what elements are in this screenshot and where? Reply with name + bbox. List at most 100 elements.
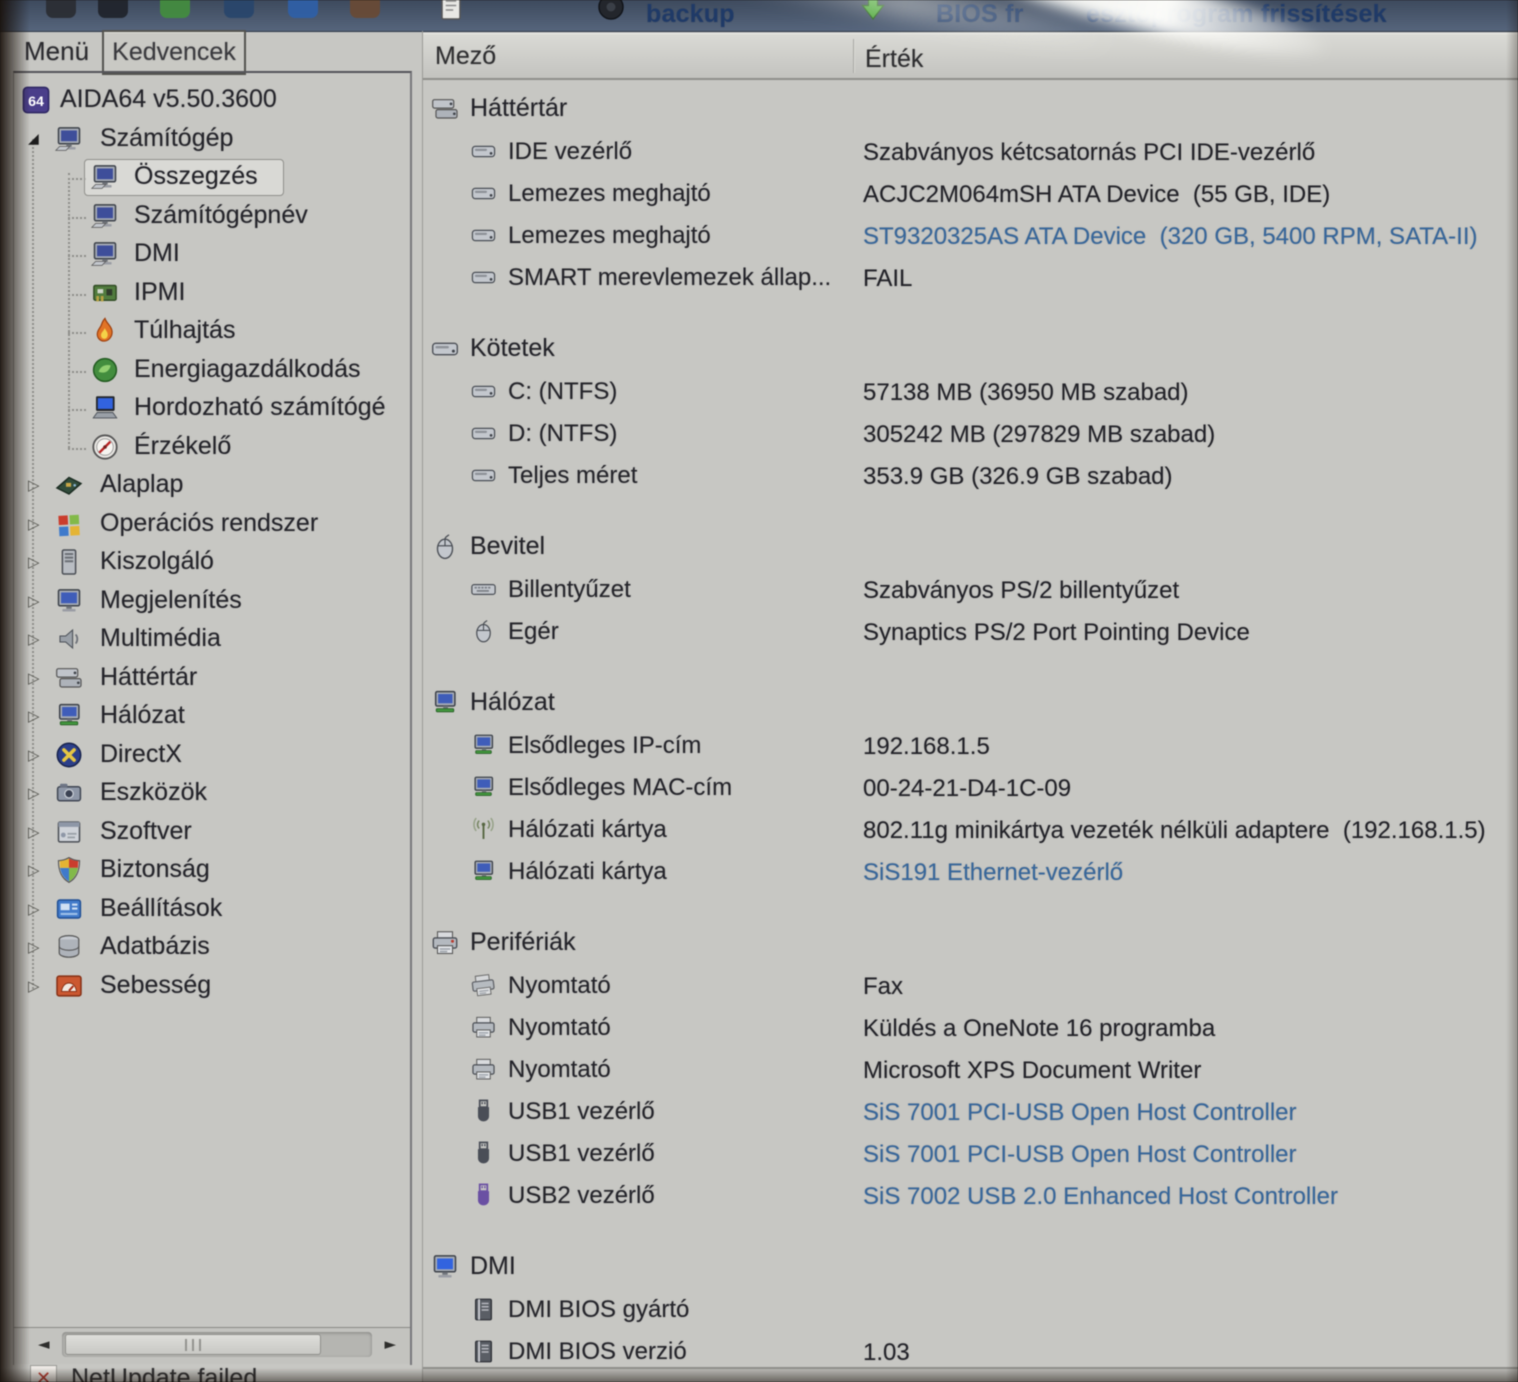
- scrollbar-track[interactable]: [62, 1332, 372, 1357]
- toolbar-icon[interactable]: [46, 0, 76, 18]
- report-row[interactable]: Hálózati kártya SiS191 Ethernet-vezérlő: [423, 850, 1518, 892]
- expander-icon[interactable]: ▷: [28, 707, 40, 725]
- report-row[interactable]: USB1 vezérlő SiS 7001 PCI-USB Open Host C…: [423, 1090, 1518, 1132]
- report-row[interactable]: C: (NTFS) 57138 MB (36950 MB szabad): [423, 370, 1518, 412]
- toolbar-report-page-icon[interactable]: [436, 0, 466, 27]
- field-label: Perifériák: [470, 928, 576, 956]
- tree-item[interactable]: ▷ Szoftver: [14, 814, 407, 853]
- toolbar-icon[interactable]: [98, 0, 128, 18]
- tree-item[interactable]: ▷ Operációs rendszer: [14, 506, 407, 545]
- column-header-value[interactable]: Érték: [865, 45, 923, 74]
- expander-icon[interactable]: ▷: [28, 476, 40, 494]
- report-section-row[interactable]: Bevitel: [423, 526, 1518, 568]
- value-link[interactable]: SiS 7001 PCI-USB Open Host Controller: [863, 1099, 1297, 1127]
- scroll-left-arrow-icon[interactable]: ◄: [38, 1335, 50, 1353]
- report-row[interactable]: Nyomtató Fax: [423, 964, 1518, 1006]
- report-row[interactable]: DMI BIOS verzió 1.03: [423, 1330, 1518, 1372]
- tree-item[interactable]: ▷ DirectX: [14, 737, 407, 776]
- report-row[interactable]: SMART merevlemezek állap... FAIL: [423, 256, 1518, 298]
- tree-item[interactable]: Számítógépnév: [14, 198, 407, 237]
- tree-item[interactable]: Energiagazdálkodás: [14, 352, 407, 391]
- report-row[interactable]: USB1 vezérlő SiS 7001 PCI-USB Open Host C…: [423, 1132, 1518, 1174]
- toolbar-green-down-icon[interactable]: [858, 0, 888, 27]
- report-section-row[interactable]: Háttértár: [423, 88, 1518, 130]
- expander-icon[interactable]: ▷: [28, 977, 40, 995]
- software-icon: [54, 817, 84, 852]
- report-row[interactable]: Lemezes meghajtó ACJC2M064mSH ATA Device …: [423, 172, 1518, 214]
- expander-icon[interactable]: ▷: [28, 515, 40, 533]
- energy-icon: [90, 355, 120, 390]
- expander-icon[interactable]: ▷: [28, 823, 40, 841]
- tree-item[interactable]: ▷ Háttértár: [14, 660, 407, 699]
- tree-item[interactable]: ▷ Biztonság: [14, 852, 407, 891]
- tree-item[interactable]: DMI: [14, 236, 407, 275]
- tab-menu[interactable]: Menü: [24, 36, 89, 67]
- tab-favorites[interactable]: Kedvencek: [102, 30, 246, 75]
- value-link[interactable]: ST9320325AS ATA Device (320 GB, 5400 RPM…: [863, 223, 1478, 251]
- tree-item-label: Érzékelő: [134, 431, 232, 460]
- tree-item[interactable]: ▷ Eszközök: [14, 775, 407, 814]
- value-link[interactable]: SiS191 Ethernet-vezérlő: [863, 859, 1123, 887]
- expander-icon[interactable]: ▷: [28, 746, 40, 764]
- toolbar-icon[interactable]: [350, 0, 380, 18]
- tree-item[interactable]: ▷ Adatbázis: [14, 929, 407, 968]
- report-section-row[interactable]: Perifériák: [423, 922, 1518, 964]
- report-row[interactable]: Elsődleges IP-cím 192.168.1.5: [423, 724, 1518, 766]
- tree-item-selected[interactable]: Összegzés: [14, 159, 407, 198]
- toolbar-item-label[interactable]: BIOS fr: [936, 0, 1024, 29]
- report-row[interactable]: D: (NTFS) 305242 MB (297829 MB szabad): [423, 412, 1518, 454]
- tree-item[interactable]: Túlhajtás: [14, 313, 407, 352]
- tree-item[interactable]: ▷ Alaplap: [14, 467, 407, 506]
- expander-icon[interactable]: ▷: [28, 938, 40, 956]
- field-label: Lemezes meghajtó: [508, 180, 711, 207]
- report-section-row[interactable]: Hálózat: [423, 682, 1518, 724]
- toolbar-dark-disc-icon[interactable]: [596, 0, 626, 27]
- expander-icon[interactable]: ▷: [28, 630, 40, 648]
- tree-item[interactable]: IPMI: [14, 275, 407, 314]
- report-row[interactable]: Teljes méret 353.9 GB (326.9 GB szabad): [423, 454, 1518, 496]
- tree-item[interactable]: Érzékelő: [14, 429, 407, 468]
- report-section-row[interactable]: Kötetek: [423, 328, 1518, 370]
- report-row[interactable]: Elsődleges MAC-cím 00-24-21-D4-1C-09: [423, 766, 1518, 808]
- expander-icon[interactable]: ▷: [28, 592, 40, 610]
- report-row[interactable]: Nyomtató Küldés a OneNote 16 programba: [423, 1006, 1518, 1048]
- expander-icon[interactable]: ▷: [28, 553, 40, 571]
- tree-item[interactable]: ▷ Beállítások: [14, 891, 407, 930]
- report-row[interactable]: Egér Synaptics PS/2 Port Pointing Device: [423, 610, 1518, 652]
- expander-icon[interactable]: ▷: [28, 900, 40, 918]
- expander-icon[interactable]: ▷: [28, 669, 40, 687]
- toolbar-icon[interactable]: [224, 0, 254, 18]
- horizontal-scrollbar[interactable]: ◄ ►: [13, 1327, 410, 1364]
- tree-item[interactable]: 64 AIDA64 v5.50.3600: [14, 82, 407, 121]
- scroll-right-arrow-icon[interactable]: ►: [384, 1335, 396, 1353]
- toolbar-icon[interactable]: [160, 0, 190, 18]
- expander-icon[interactable]: ◢: [28, 131, 39, 147]
- value-link[interactable]: SiS 7002 USB 2.0 Enhanced Host Controlle…: [863, 1183, 1338, 1211]
- report-row[interactable]: Lemezes meghajtó ST9320325AS ATA Device (…: [423, 214, 1518, 256]
- column-header-field[interactable]: Mező: [435, 42, 496, 71]
- column-separator[interactable]: [853, 39, 854, 73]
- report-row[interactable]: DMI BIOS gyártó: [423, 1288, 1518, 1330]
- toolbar-icon[interactable]: [288, 0, 318, 18]
- toolbar-item-label[interactable]: esztőprogram frissítések: [1086, 0, 1387, 29]
- expander-icon[interactable]: ▷: [28, 784, 40, 802]
- tree-item[interactable]: ▷ Kiszolgáló: [14, 544, 407, 583]
- value-link[interactable]: SiS 7001 PCI-USB Open Host Controller: [863, 1141, 1297, 1169]
- scrollbar-thumb[interactable]: [65, 1334, 322, 1355]
- expander-icon[interactable]: ▷: [28, 861, 40, 879]
- tree-item[interactable]: ▷ Megjelenítés: [14, 583, 407, 622]
- tree-item[interactable]: ◢ Számítógép: [14, 121, 407, 160]
- report-row[interactable]: USB2 vezérlő SiS 7002 USB 2.0 Enhanced Ho…: [423, 1174, 1518, 1216]
- report-row[interactable]: IDE vezérlő Szabványos kétcsatornás PCI I…: [423, 130, 1518, 172]
- report-row[interactable]: Billentyűzet Szabványos PS/2 billentyűzet: [423, 568, 1518, 610]
- report-spacer: [423, 1216, 1518, 1246]
- speaker-icon: [54, 624, 84, 659]
- report-section-row[interactable]: DMI: [423, 1246, 1518, 1288]
- tree-item[interactable]: ▷ Hálózat: [14, 698, 407, 737]
- report-row[interactable]: Nyomtató Microsoft XPS Document Writer: [423, 1048, 1518, 1090]
- tree-item[interactable]: ▷ Sebesség: [14, 968, 407, 1007]
- tree-item[interactable]: ▷ Multimédia: [14, 621, 407, 660]
- report-row[interactable]: Hálózati kártya 802.11g minikártya vezeté…: [423, 808, 1518, 850]
- toolbar-item-label[interactable]: backup: [646, 0, 735, 29]
- tree-item[interactable]: Hordozható számítógé: [14, 390, 407, 429]
